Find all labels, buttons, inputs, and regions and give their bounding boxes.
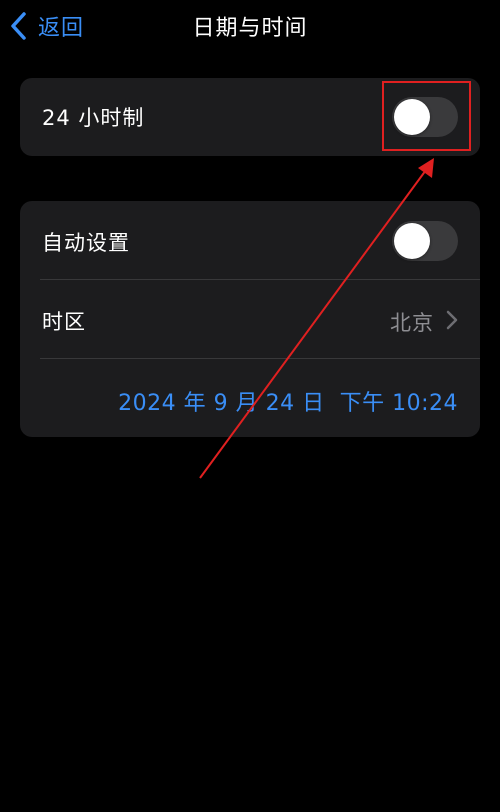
annotation-arrow bbox=[199, 158, 434, 479]
